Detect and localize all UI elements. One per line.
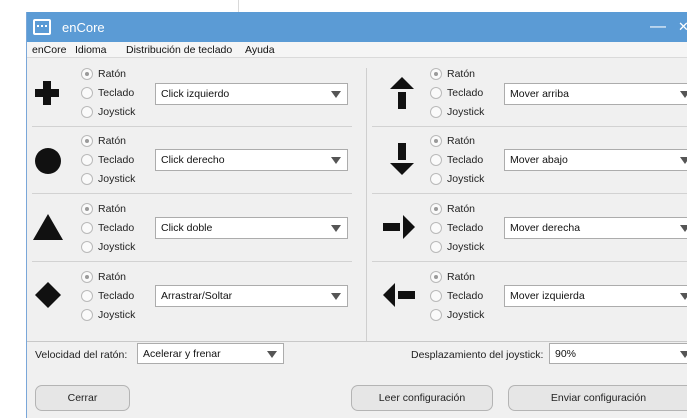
right-row-1-joystick-radio[interactable]: Joystick [430, 104, 484, 120]
chevron-down-icon [267, 351, 277, 358]
menu-distribucion-teclado[interactable]: Distribución de teclado [126, 44, 232, 56]
arrow-left-icon [383, 283, 415, 307]
row-divider [372, 126, 687, 127]
encore-window: enCore — ✕ enCore Idioma Distribución de… [26, 12, 687, 418]
row-divider [32, 126, 352, 127]
menu-idioma[interactable]: Idioma [75, 44, 107, 56]
chevron-down-icon [331, 293, 341, 300]
joystick-offset-label: Desplazamiento del joystick: [411, 349, 544, 361]
chevron-down-icon [680, 157, 687, 164]
read-config-button[interactable]: Leer configuración [351, 385, 493, 411]
left-row-3-mouse-radio[interactable]: Ratón [81, 201, 126, 217]
column-divider [366, 68, 367, 341]
right-row-2-mouse-radio[interactable]: Ratón [430, 133, 475, 149]
mouse-speed-label: Velocidad del ratón: [35, 349, 128, 361]
arrow-right-icon [383, 215, 415, 239]
diamond-icon [35, 282, 61, 308]
right-row-4-mouse-radio[interactable]: Ratón [430, 269, 475, 285]
right-row-1-keyboard-radio[interactable]: Teclado [430, 85, 483, 101]
right-row-3-mouse-radio[interactable]: Ratón [430, 201, 475, 217]
right-row-3-keyboard-radio[interactable]: Teclado [430, 220, 483, 236]
chevron-down-icon [331, 91, 341, 98]
left-row-1-action-select[interactable]: Click izquierdo [155, 83, 348, 105]
left-row-2-action-select[interactable]: Click derecho [155, 149, 348, 171]
left-row-4-joystick-radio[interactable]: Joystick [81, 307, 135, 323]
row-divider [372, 193, 687, 194]
section-divider [27, 341, 687, 342]
right-row-3-action-select[interactable]: Mover derecha [504, 217, 687, 239]
close-button[interactable]: Cerrar [35, 385, 130, 411]
left-row-3-joystick-radio[interactable]: Joystick [81, 239, 135, 255]
circle-icon [35, 148, 61, 174]
send-config-button[interactable]: Enviar configuración [508, 385, 687, 411]
row-divider [32, 261, 352, 262]
right-row-1-mouse-radio[interactable]: Ratón [430, 66, 475, 82]
left-row-2-joystick-radio[interactable]: Joystick [81, 171, 135, 187]
left-row-1-joystick-radio[interactable]: Joystick [81, 104, 135, 120]
left-row-3-keyboard-radio[interactable]: Teclado [81, 220, 134, 236]
chevron-down-icon [331, 225, 341, 232]
menu-bar: enCore Idioma Distribución de teclado Ay… [27, 42, 687, 58]
right-row-2-action-select[interactable]: Mover abajo [504, 149, 687, 171]
chevron-down-icon [680, 293, 687, 300]
chevron-down-icon [680, 91, 687, 98]
right-row-1-action-select[interactable]: Mover arriba [504, 83, 687, 105]
right-row-3-joystick-radio[interactable]: Joystick [430, 239, 484, 255]
right-row-4-keyboard-radio[interactable]: Teclado [430, 288, 483, 304]
menu-encore[interactable]: enCore [32, 44, 66, 56]
right-row-2-keyboard-radio[interactable]: Teclado [430, 152, 483, 168]
right-row-4-action-select[interactable]: Mover izquierda [504, 285, 687, 307]
arrow-down-icon [390, 143, 414, 175]
left-row-4-action-select[interactable]: Arrastrar/Soltar [155, 285, 348, 307]
chevron-down-icon [331, 157, 341, 164]
row-divider [32, 193, 352, 194]
left-row-2-mouse-radio[interactable]: Ratón [81, 133, 126, 149]
left-row-2-keyboard-radio[interactable]: Teclado [81, 152, 134, 168]
left-row-4-keyboard-radio[interactable]: Teclado [81, 288, 134, 304]
window-title: enCore [62, 20, 105, 35]
left-row-1-mouse-radio[interactable]: Ratón [81, 66, 126, 82]
left-row-1-keyboard-radio[interactable]: Teclado [81, 85, 134, 101]
chevron-down-icon [680, 225, 687, 232]
app-icon [33, 19, 51, 35]
close-window-button[interactable]: ✕ [678, 14, 687, 40]
menu-ayuda[interactable]: Ayuda [245, 44, 275, 56]
background-divider [238, 0, 239, 12]
joystick-offset-select[interactable]: 90% [549, 343, 687, 364]
left-row-3-action-select[interactable]: Click doble [155, 217, 348, 239]
row-divider [372, 261, 687, 262]
arrow-up-icon [390, 77, 414, 109]
triangle-icon [33, 214, 63, 240]
mouse-speed-select[interactable]: Acelerar y frenar [137, 343, 284, 364]
minimize-button[interactable]: — [647, 14, 669, 40]
left-row-4-mouse-radio[interactable]: Ratón [81, 269, 126, 285]
cross-icon [35, 81, 59, 105]
right-row-2-joystick-radio[interactable]: Joystick [430, 171, 484, 187]
chevron-down-icon [680, 351, 687, 358]
title-bar: enCore — ✕ [27, 12, 687, 42]
right-row-4-joystick-radio[interactable]: Joystick [430, 307, 484, 323]
